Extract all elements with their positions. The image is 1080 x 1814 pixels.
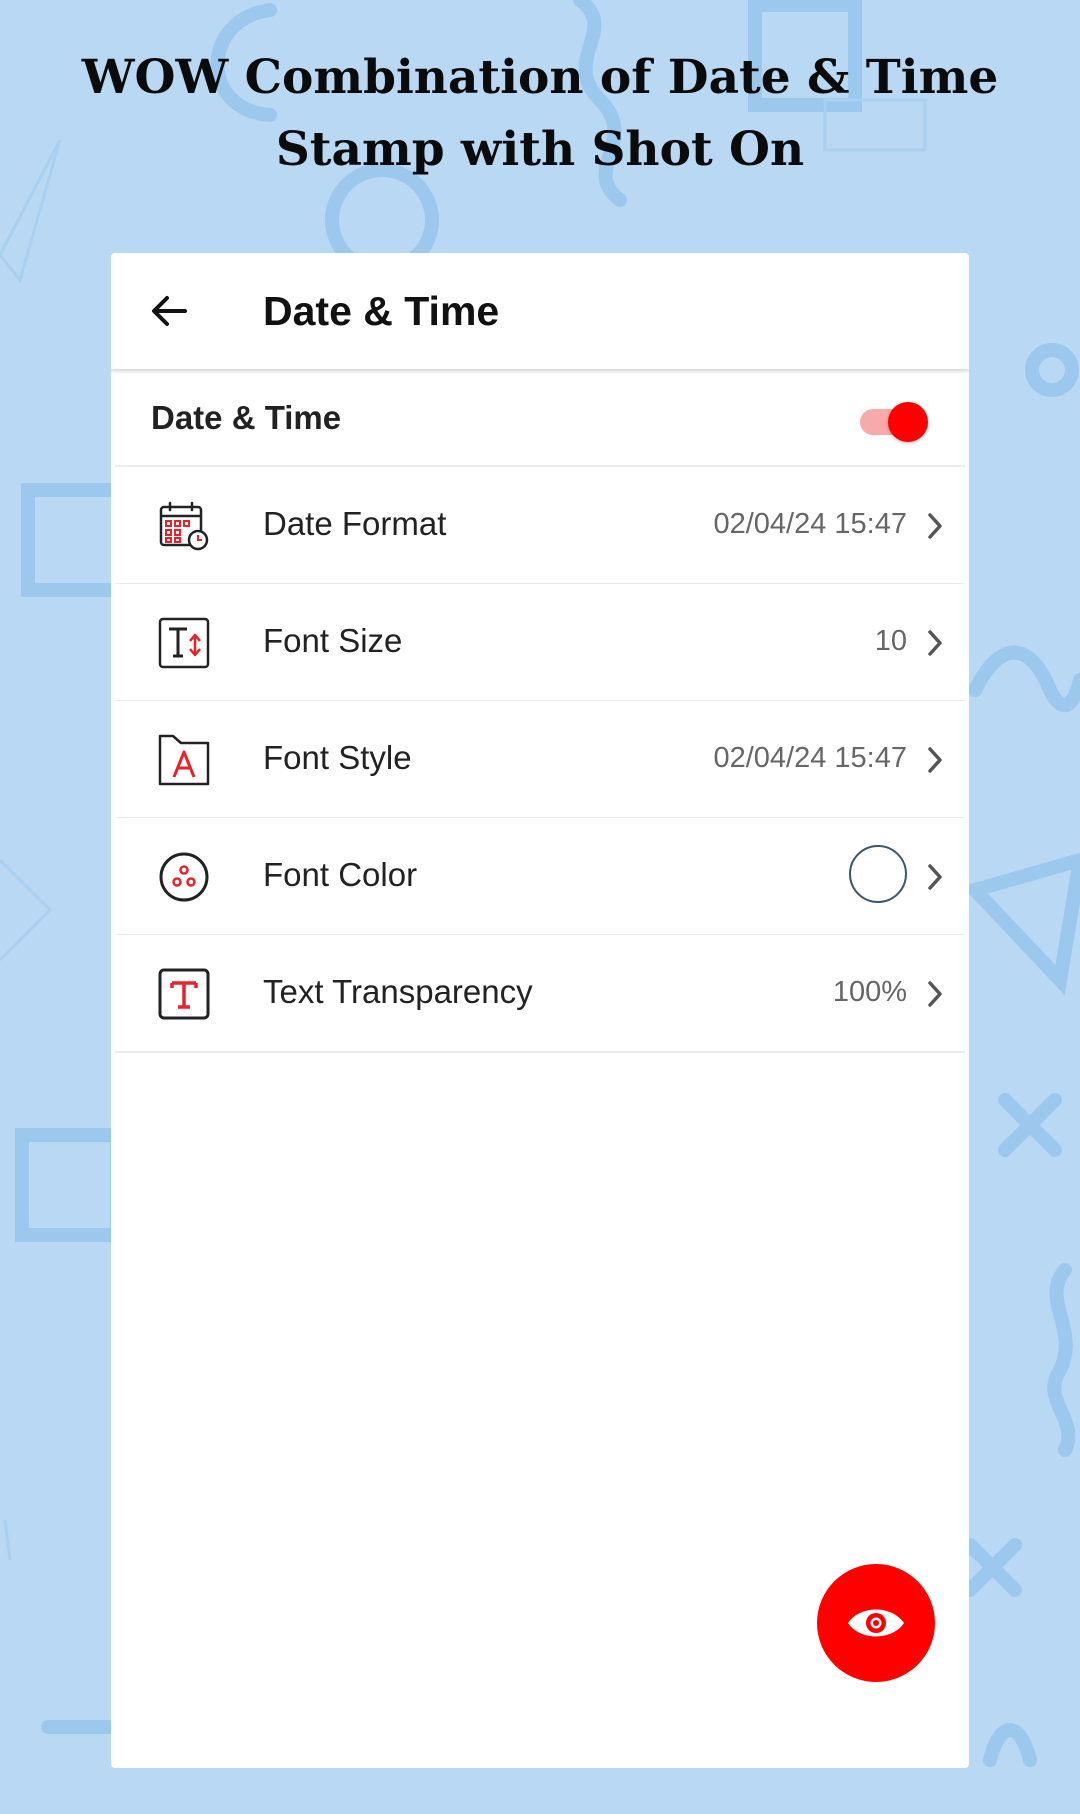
app-bar: Date & Time	[111, 253, 969, 369]
date-time-toggle-row[interactable]: Date & Time	[115, 369, 965, 467]
palette-icon	[159, 852, 209, 902]
switch-thumb	[888, 402, 928, 442]
text-transparency-icon	[158, 968, 210, 1020]
setting-value: 02/04/24 15:47	[713, 508, 907, 540]
text-size-icon	[158, 617, 210, 669]
font-color-swatch	[849, 845, 907, 903]
setting-label: Font Size	[263, 622, 403, 659]
page-title: Date & Time	[263, 288, 500, 334]
setting-item-font-color[interactable]: Font Color	[115, 818, 965, 936]
chevron-right-icon	[928, 513, 942, 539]
chevron-right-icon	[928, 864, 942, 890]
setting-value: 10	[874, 625, 907, 657]
setting-label: Font Style	[263, 739, 412, 776]
setting-label: Font Color	[263, 856, 418, 893]
setting-label: Text Transparency	[263, 973, 533, 1010]
toggle-label: Date & Time	[151, 399, 342, 436]
promo-headline-line-2: Stamp with Shot On	[275, 122, 805, 177]
setting-item-text-transparency[interactable]: Text Transparency 100%	[115, 935, 965, 1053]
arrow-left-icon[interactable]	[147, 289, 191, 333]
promo-headline: WOW Combination of Date & Time Stamp wit…	[0, 42, 1080, 186]
chevron-right-icon	[928, 981, 942, 1007]
chevron-right-icon	[928, 747, 942, 773]
font-style-icon	[158, 734, 210, 786]
setting-item-font-style[interactable]: Font Style 02/04/24 15:47	[115, 701, 965, 819]
setting-item-font-size[interactable]: Font Size 10	[115, 584, 965, 702]
setting-value: 100%	[832, 976, 907, 1008]
setting-value: 02/04/24 15:47	[713, 742, 907, 774]
date-time-switch[interactable]	[860, 401, 930, 445]
setting-label: Date Format	[263, 505, 447, 542]
promo-headline-line-1: WOW Combination of Date & Time	[81, 50, 999, 105]
eye-icon	[848, 1609, 904, 1637]
chevron-right-icon	[928, 630, 942, 656]
phone-screen-card: Date & Time Date & Time Date Format 02/0…	[111, 253, 969, 1768]
preview-fab-button[interactable]	[817, 1564, 935, 1682]
setting-item-date-format[interactable]: Date Format 02/04/24 15:47	[115, 467, 965, 585]
calendar-clock-icon	[159, 501, 209, 551]
